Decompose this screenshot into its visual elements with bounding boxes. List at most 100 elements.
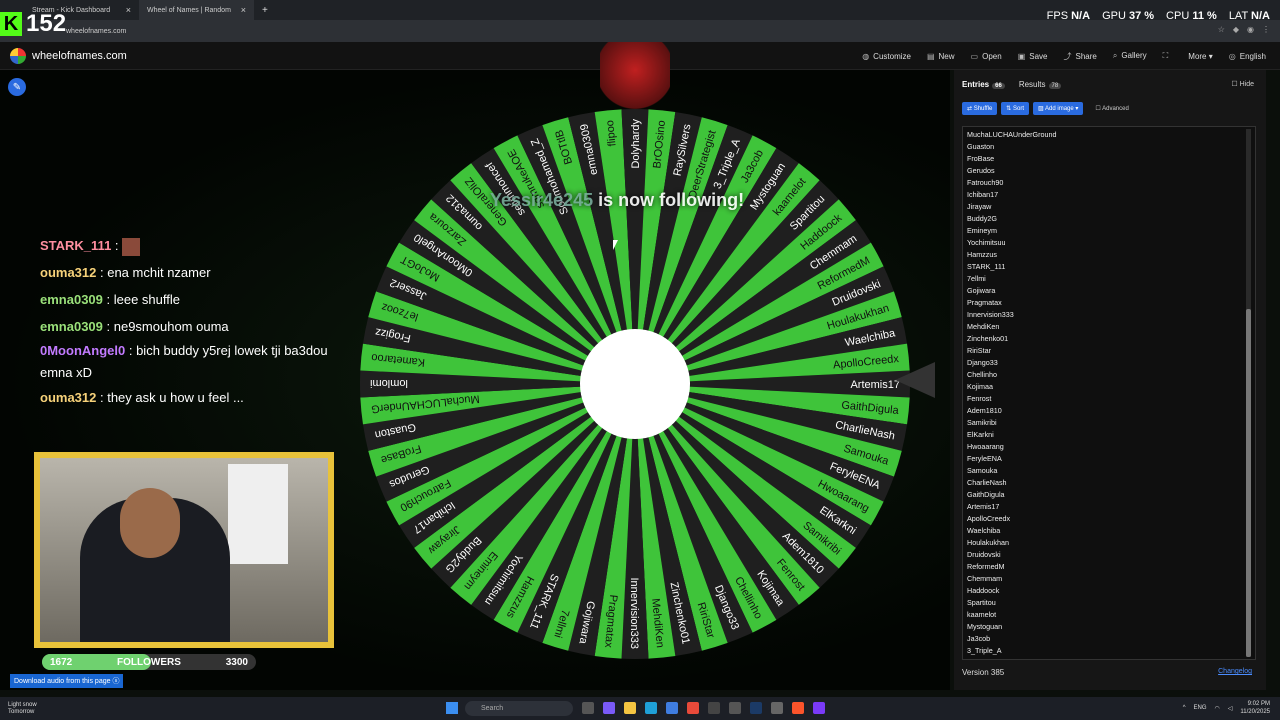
entries-scrollbar[interactable] — [1246, 129, 1251, 657]
app-icon[interactable] — [771, 702, 783, 714]
wheel-center[interactable] — [580, 329, 690, 439]
edit-pencil-icon[interactable]: ✎ — [8, 78, 26, 96]
chevron-up-icon[interactable]: ^ — [1183, 705, 1186, 711]
entry-line[interactable]: Django33 — [967, 357, 1251, 369]
gallery-button[interactable]: ⌕ Gallery — [1113, 51, 1147, 61]
folder-icon[interactable] — [624, 702, 636, 714]
windows-start-icon[interactable] — [446, 702, 458, 714]
entry-line[interactable]: Fatrouch90 — [967, 177, 1251, 189]
entry-line[interactable]: Hamzzus — [967, 249, 1251, 261]
entry-line[interactable]: Chemmam — [967, 573, 1251, 585]
tab-entries[interactable]: Entries 66 — [962, 80, 1005, 89]
weather-widget[interactable]: Light snow Tomorrow — [8, 702, 37, 716]
entry-line[interactable]: Haddoock — [967, 585, 1251, 597]
lang-indicator[interactable]: ENG — [1194, 705, 1207, 711]
entry-line[interactable]: Spartitou — [967, 597, 1251, 609]
entry-line[interactable]: Guaston — [967, 141, 1251, 153]
more-button[interactable]: More ▾ — [1188, 52, 1212, 61]
entry-line[interactable]: MehdiKen — [967, 321, 1251, 333]
share-button[interactable]: ⤴ Share — [1063, 51, 1096, 62]
entry-line[interactable]: STARK_111 — [967, 261, 1251, 273]
entry-line[interactable]: Waelchiba — [967, 525, 1251, 537]
entry-line[interactable]: ElKarkni — [967, 429, 1251, 441]
chrome-icon[interactable] — [687, 702, 699, 714]
entry-line[interactable]: Buddy2G — [967, 213, 1251, 225]
hide-toggle[interactable]: ☐ Hide — [1231, 80, 1254, 88]
entry-line[interactable]: CharlieNash — [967, 477, 1251, 489]
taskview-icon[interactable] — [582, 702, 594, 714]
language-button[interactable]: ◎ English — [1229, 52, 1266, 61]
entry-line[interactable]: Chellinho — [967, 369, 1251, 381]
entry-line[interactable]: Jirayaw — [967, 201, 1251, 213]
new-button[interactable]: ▤ New — [927, 52, 955, 61]
entry-line[interactable]: Fenrost — [967, 393, 1251, 405]
star-icon[interactable]: ☆ — [1218, 25, 1225, 34]
site-name[interactable]: wheelofnames.com — [32, 50, 127, 62]
profile-icon[interactable]: ◉ — [1247, 25, 1254, 34]
entry-line[interactable]: Samikribi — [967, 417, 1251, 429]
entry-line[interactable]: 7ellmi — [967, 273, 1251, 285]
time: 9:02 PM — [1247, 701, 1270, 707]
changelog-link[interactable]: Changelog — [1218, 668, 1252, 675]
entry-line[interactable]: kaamelot — [967, 609, 1251, 621]
sort-button[interactable]: ⇅ Sort — [1001, 102, 1029, 115]
fullscreen-button[interactable]: ⛶ — [1163, 51, 1173, 61]
app-icon[interactable] — [666, 702, 678, 714]
shuffle-button[interactable]: ⇄ Shuffle — [962, 102, 998, 115]
entry-line[interactable]: Pragmatax — [967, 297, 1251, 309]
save-button[interactable]: ▣ Save — [1018, 52, 1048, 61]
entry-line[interactable]: Druidovski — [967, 549, 1251, 561]
tab-wheel-of-names[interactable]: Wheel of Names | Random × — [139, 0, 254, 20]
entry-line[interactable]: FeryleENA — [967, 453, 1251, 465]
entry-line[interactable]: Ichiban17 — [967, 189, 1251, 201]
entry-line[interactable]: Gojiwara — [967, 285, 1251, 297]
add-image-button[interactable]: ▨ Add image ▾ — [1033, 102, 1084, 115]
steam-icon[interactable] — [750, 702, 762, 714]
entry-line[interactable]: ApolloCreedx — [967, 513, 1251, 525]
extension-icon[interactable]: ◆ — [1233, 25, 1239, 34]
new-tab-icon[interactable]: + — [262, 5, 268, 16]
advanced-checkbox[interactable]: ☐ Advanced — [1095, 105, 1128, 112]
entry-line[interactable]: Gerudos — [967, 165, 1251, 177]
download-audio-button[interactable]: Download audio from this page ⓧ — [10, 674, 124, 688]
open-button[interactable]: ▭ Open — [971, 52, 1002, 61]
tab-results[interactable]: Results 78 — [1019, 80, 1062, 89]
edge-icon[interactable] — [645, 702, 657, 714]
brave-icon[interactable] — [792, 702, 804, 714]
entry-line[interactable]: Mystoguan — [967, 621, 1251, 633]
app-icon[interactable] — [603, 702, 615, 714]
entry-line[interactable]: Zinchenko01 — [967, 333, 1251, 345]
app-icon[interactable] — [708, 702, 720, 714]
entry-line[interactable]: Emineym — [967, 225, 1251, 237]
entry-line[interactable]: RiriStar — [967, 345, 1251, 357]
entry-line[interactable]: FroBase — [967, 153, 1251, 165]
customize-button[interactable]: ◍ Customize — [862, 52, 911, 61]
address-bar[interactable]: wheelofnames.com — [0, 20, 1280, 42]
entry-line[interactable]: Houlakukhan — [967, 537, 1251, 549]
entry-line[interactable]: Hwoaarang — [967, 441, 1251, 453]
entry-line[interactable]: 3_Triple_A — [967, 645, 1251, 657]
clock[interactable]: 9:02 PM 11/20/2025 — [1240, 700, 1270, 716]
entry-line[interactable]: Artemis17 — [967, 501, 1251, 513]
entry-line[interactable]: GaithDigula — [967, 489, 1251, 501]
volume-icon[interactable]: ◁ — [1228, 705, 1233, 712]
entry-line[interactable]: Ja3cob — [967, 633, 1251, 645]
menu-dots-icon[interactable]: ⋮ — [1262, 25, 1270, 34]
entry-line[interactable]: Samouka — [967, 465, 1251, 477]
entries-textarea[interactable]: MuchaLUCHAUnderGround Guaston FroBase Gerud… — [962, 126, 1256, 660]
entries-scrollbar-thumb[interactable] — [1246, 309, 1251, 657]
entry-line[interactable]: Adem1810 — [967, 405, 1251, 417]
app-icon[interactable] — [729, 702, 741, 714]
entry-line[interactable]: ReformedM — [967, 561, 1251, 573]
close-tab-icon[interactable]: × — [241, 5, 246, 15]
entry-line[interactable]: Kojimaa — [967, 381, 1251, 393]
entry-line[interactable]: MuchaLUCHAUnderGround — [967, 129, 1251, 141]
entry-line[interactable]: Yochimitsuu — [967, 237, 1251, 249]
taskbar-search[interactable]: Search — [465, 701, 573, 716]
app-icon[interactable] — [813, 702, 825, 714]
follower-goal: 3300 — [225, 656, 248, 668]
close-tab-icon[interactable]: × — [126, 5, 131, 15]
wifi-icon[interactable]: ◠ — [1215, 705, 1220, 712]
wheel-logo-icon[interactable] — [10, 47, 26, 64]
entry-line[interactable]: Innervision333 — [967, 309, 1251, 321]
